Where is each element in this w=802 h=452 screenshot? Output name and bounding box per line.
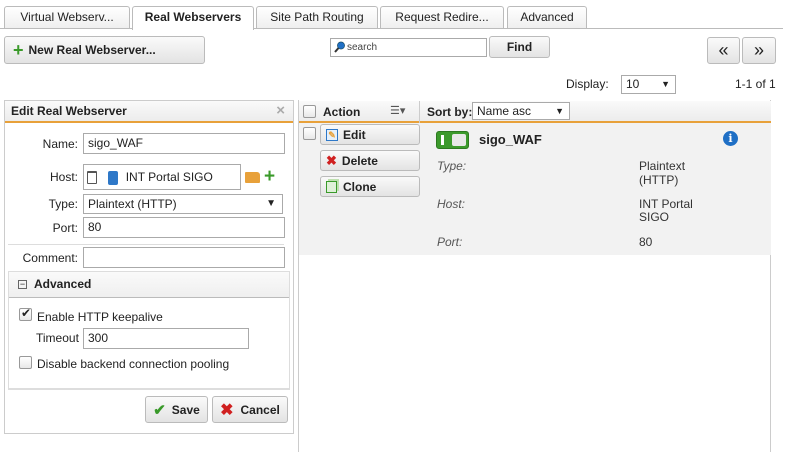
- info-icon[interactable]: i: [723, 131, 738, 146]
- delete-label: Delete: [341, 153, 378, 168]
- checkmark-icon: ✔: [153, 401, 166, 419]
- tab-label: Virtual Webserv...: [20, 10, 114, 24]
- name-label: Name:: [42, 137, 78, 151]
- new-button-label: New Real Webserver...: [28, 43, 156, 57]
- host-field[interactable]: INT Portal SIGO: [83, 164, 241, 190]
- keepalive-label: Enable HTTP keepalive: [37, 310, 163, 324]
- port-field[interactable]: 80: [83, 217, 285, 238]
- type-label: Type:: [48, 197, 78, 211]
- divider: [419, 101, 420, 123]
- edit-button[interactable]: ✎ Edit: [320, 124, 420, 145]
- tab-request-redirection[interactable]: Request Redire...: [380, 6, 504, 29]
- comment-label: Comment:: [22, 251, 78, 265]
- save-button[interactable]: ✔ Save: [145, 396, 208, 423]
- save-label: Save: [171, 402, 200, 417]
- checkmark-icon: ✔: [21, 306, 32, 320]
- item-host-label: Host:: [437, 197, 466, 211]
- folder-icon[interactable]: [245, 172, 260, 183]
- item-host-value-1: INT Portal: [639, 197, 693, 211]
- clone-icon: [326, 180, 337, 193]
- action-header: Action: [323, 105, 361, 119]
- search-placeholder: search: [347, 42, 378, 53]
- timeout-field[interactable]: 300: [83, 328, 249, 349]
- advanced-header[interactable]: − Advanced: [9, 272, 289, 298]
- next-page-button[interactable]: »: [742, 37, 776, 64]
- tab-virtual-webservers[interactable]: Virtual Webserv...: [4, 6, 130, 29]
- pagination-range: 1-1 of 1: [735, 77, 776, 91]
- tab-site-path-routing[interactable]: Site Path Routing: [256, 6, 378, 29]
- tab-label: Request Redire...: [395, 10, 489, 24]
- edit-panel-header: Edit Real Webserver ×: [5, 101, 293, 123]
- dropdown-arrow-icon: ▼: [266, 198, 276, 209]
- clone-button[interactable]: Clone: [320, 176, 420, 197]
- pooling-checkbox[interactable]: [19, 356, 32, 369]
- item-type-value-1: Plaintext: [639, 159, 686, 173]
- dropdown-arrow-icon: ▼: [555, 106, 564, 116]
- double-chevron-left-icon: «: [718, 40, 729, 60]
- pooling-label: Disable backend connection pooling: [37, 357, 230, 371]
- collapse-icon[interactable]: −: [18, 280, 27, 289]
- timeout-label: Timeout: [36, 331, 79, 345]
- dropdown-arrow-icon: ▼: [661, 79, 670, 89]
- tab-divider: [0, 28, 783, 29]
- plus-icon: +: [13, 40, 24, 60]
- name-field[interactable]: sigo_WAF: [83, 133, 285, 154]
- item-host-value-2: SIGO: [639, 210, 670, 224]
- server-icon: [108, 170, 119, 185]
- trash-icon[interactable]: [87, 171, 97, 185]
- clone-label: Clone: [343, 179, 377, 194]
- edit-icon: ✎: [326, 128, 338, 141]
- sortby-select[interactable]: Name asc ▼: [472, 102, 570, 120]
- display-select[interactable]: 10 ▼: [621, 75, 676, 94]
- tab-label: Real Webservers: [144, 10, 242, 24]
- prev-page-button[interactable]: «: [707, 37, 740, 64]
- sortby-label: Sort by:: [427, 105, 473, 119]
- tab-advanced[interactable]: Advanced: [507, 6, 587, 29]
- close-icon[interactable]: ×: [276, 102, 285, 119]
- comment-field[interactable]: [83, 247, 285, 268]
- delete-x-icon: ✖: [326, 152, 337, 168]
- plus-icon[interactable]: +: [264, 166, 275, 188]
- cancel-button[interactable]: ✖ Cancel: [212, 396, 288, 423]
- port-label: Port:: [52, 221, 78, 235]
- divider: [8, 389, 290, 390]
- toggle-on-indicator: [441, 135, 444, 145]
- row-checkbox[interactable]: [303, 127, 316, 140]
- select-all-checkbox[interactable]: [303, 105, 316, 118]
- host-value: INT Portal SIGO: [125, 170, 213, 184]
- double-chevron-right-icon: »: [753, 40, 764, 60]
- toggle-knob: [452, 134, 466, 146]
- enabled-toggle[interactable]: [436, 131, 469, 149]
- search-input[interactable]: search: [330, 38, 487, 57]
- item-type-label: Type:: [437, 159, 467, 173]
- item-port-label: Port:: [437, 235, 463, 249]
- item-type-value-2: (HTTP): [639, 173, 679, 187]
- item-name: sigo_WAF: [479, 132, 542, 147]
- tab-label: Advanced: [520, 10, 574, 24]
- sortby-value: Name asc: [477, 104, 532, 118]
- divider: [8, 244, 284, 245]
- find-label: Find: [506, 40, 533, 54]
- search-icon: [334, 41, 345, 54]
- type-select[interactable]: Plaintext (HTTP) ▼: [83, 194, 283, 214]
- tab-label: Site Path Routing: [270, 10, 364, 24]
- type-value: Plaintext (HTTP): [88, 197, 177, 211]
- item-port-value: 80: [639, 235, 653, 249]
- cancel-x-icon: ✖: [220, 401, 234, 419]
- keepalive-checkbox[interactable]: ✔: [19, 306, 32, 321]
- new-real-webserver-button[interactable]: + New Real Webserver...: [4, 36, 205, 64]
- delete-button[interactable]: ✖ Delete: [320, 150, 420, 171]
- find-button[interactable]: Find: [489, 36, 550, 58]
- column-menu-icon[interactable]: ☰▾: [390, 104, 405, 117]
- host-label: Host:: [49, 170, 78, 184]
- cancel-label: Cancel: [240, 402, 280, 417]
- tab-real-webservers[interactable]: Real Webservers: [132, 6, 254, 30]
- display-value: 10: [626, 77, 640, 91]
- edit-panel-title: Edit Real Webserver: [11, 104, 127, 118]
- display-label: Display:: [566, 77, 609, 91]
- edit-label: Edit: [343, 127, 366, 142]
- advanced-title: Advanced: [34, 277, 92, 291]
